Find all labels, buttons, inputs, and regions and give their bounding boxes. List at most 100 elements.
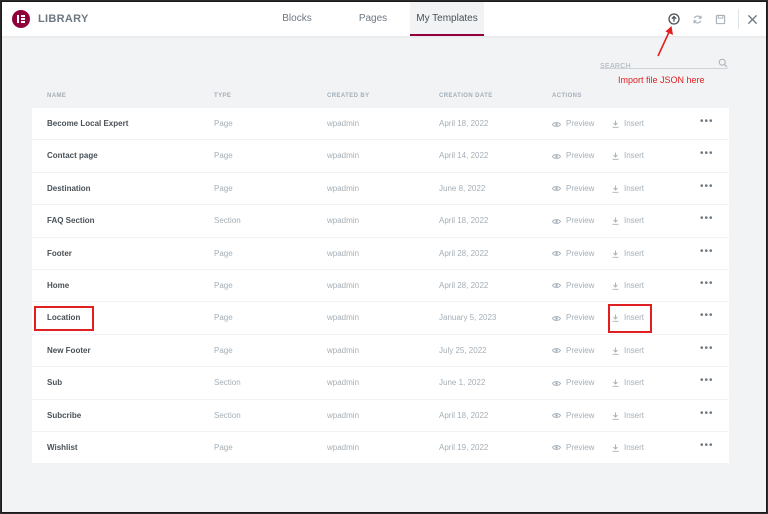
preview-button[interactable]: Preview: [552, 400, 594, 432]
close-icon[interactable]: [744, 11, 760, 27]
template-name[interactable]: Footer: [47, 238, 72, 270]
more-options-icon[interactable]: •••: [700, 367, 714, 395]
download-icon: [612, 347, 619, 355]
more-options-icon[interactable]: •••: [700, 270, 714, 298]
template-name[interactable]: Destination: [47, 173, 91, 205]
insert-label: Insert: [624, 216, 645, 226]
template-name[interactable]: Subcribe: [47, 400, 81, 432]
insert-button[interactable]: Insert: [612, 335, 644, 367]
insert-label: Insert: [624, 119, 645, 128]
more-options-icon[interactable]: •••: [700, 108, 714, 136]
preview-label: Preview: [566, 119, 595, 128]
more-options-icon[interactable]: •••: [700, 140, 714, 168]
search-field[interactable]: [600, 55, 728, 73]
download-icon: [612, 120, 619, 128]
insert-button[interactable]: Insert: [612, 367, 644, 399]
preview-label: Preview: [566, 216, 595, 226]
tab-my-templates[interactable]: My Templates: [410, 2, 484, 36]
eye-icon: [552, 412, 561, 419]
template-creation-date: July 25, 2022: [439, 345, 487, 355]
template-creation-date: April 28, 2022: [439, 280, 489, 290]
eye-icon: [552, 380, 561, 387]
template-creation-date: April 18, 2022: [439, 410, 489, 420]
download-icon: [612, 412, 619, 420]
insert-button[interactable]: Insert: [612, 432, 644, 464]
template-name[interactable]: FAQ Section: [47, 205, 95, 237]
preview-label: Preview: [566, 345, 595, 355]
preview-button[interactable]: Preview: [552, 238, 594, 270]
insert-button[interactable]: Insert: [612, 302, 644, 334]
insert-button[interactable]: Insert: [612, 400, 644, 432]
preview-button[interactable]: Preview: [552, 432, 594, 464]
template-name[interactable]: New Footer: [47, 335, 91, 367]
sync-icon[interactable]: [689, 11, 705, 27]
search-icon[interactable]: [718, 55, 728, 73]
template-type: Section: [214, 410, 241, 420]
preview-label: Preview: [566, 313, 595, 323]
template-name[interactable]: Sub: [47, 367, 62, 399]
elementor-logo-icon: [12, 10, 30, 28]
preview-button[interactable]: Preview: [552, 302, 594, 334]
template-created-by: wpadmin: [327, 183, 360, 193]
template-creation-date: April 14, 2022: [439, 151, 489, 161]
table-row: Home Page wpadmin April 28, 2022 Preview Inse…: [32, 269, 729, 303]
table-row: Footer Page wpadmin April 28, 2022 Preview In…: [32, 237, 729, 270]
download-icon: [612, 444, 619, 452]
insert-label: Insert: [624, 442, 645, 452]
template-created-by: wpadmin: [327, 410, 360, 420]
template-name[interactable]: Location: [47, 302, 80, 334]
download-icon: [612, 314, 619, 323]
template-created-by: wpadmin: [327, 378, 360, 388]
template-creation-date: June 1, 2022: [439, 378, 486, 388]
download-icon: [612, 379, 619, 387]
preview-button[interactable]: Preview: [552, 270, 594, 302]
more-options-icon[interactable]: •••: [700, 238, 714, 266]
more-options-icon[interactable]: •••: [700, 302, 714, 330]
download-icon: [612, 282, 619, 290]
insert-button[interactable]: Insert: [612, 270, 644, 302]
more-options-icon[interactable]: •••: [700, 335, 714, 363]
table-row: Subcribe Section wpadmin April 18, 2022 Prev…: [32, 399, 729, 432]
template-name[interactable]: Become Local Expert: [47, 108, 128, 140]
insert-label: Insert: [624, 410, 645, 420]
eye-icon: [552, 282, 561, 289]
template-type: Section: [214, 378, 241, 388]
more-options-icon[interactable]: •••: [700, 173, 714, 201]
preview-button[interactable]: Preview: [552, 108, 594, 140]
eye-icon: [552, 444, 561, 451]
template-type: Page: [214, 183, 233, 193]
template-name[interactable]: Wishlist: [47, 432, 78, 464]
library-header: LIBRARY Blocks Pages My Templates: [2, 2, 766, 36]
template-created-by: wpadmin: [327, 151, 360, 161]
template-created-by: wpadmin: [327, 216, 360, 226]
more-options-icon[interactable]: •••: [700, 432, 714, 460]
download-icon: [612, 250, 619, 258]
insert-button[interactable]: Insert: [612, 108, 644, 140]
tab-blocks[interactable]: Blocks: [258, 2, 336, 36]
template-name[interactable]: Contact page: [47, 140, 98, 172]
preview-button[interactable]: Preview: [552, 205, 594, 237]
insert-button[interactable]: Insert: [612, 238, 644, 270]
eye-icon: [552, 153, 561, 160]
template-name[interactable]: Home: [47, 270, 69, 302]
template-type: Page: [214, 119, 233, 128]
preview-button[interactable]: Preview: [552, 173, 594, 205]
tab-pages[interactable]: Pages: [336, 2, 410, 36]
preview-button[interactable]: Preview: [552, 140, 594, 172]
template-created-by: wpadmin: [327, 248, 360, 258]
preview-button[interactable]: Preview: [552, 335, 594, 367]
template-creation-date: January 5, 2023: [439, 313, 497, 323]
preview-button[interactable]: Preview: [552, 367, 594, 399]
insert-button[interactable]: Insert: [612, 205, 644, 237]
more-options-icon[interactable]: •••: [700, 205, 714, 233]
column-header-actions: ACTIONS: [552, 93, 582, 99]
template-creation-date: April 18, 2022: [439, 119, 489, 128]
insert-button[interactable]: Insert: [612, 140, 644, 172]
more-options-icon[interactable]: •••: [700, 400, 714, 428]
templates-list: Become Local Expert Page wpadmin April 18, …: [32, 108, 729, 465]
insert-button[interactable]: Insert: [612, 173, 644, 205]
save-icon[interactable]: [712, 11, 728, 27]
table-row: Location Page wpadmin January 5, 2023 Previe…: [32, 302, 729, 335]
library-title: LIBRARY: [38, 13, 89, 25]
search-input[interactable]: [600, 60, 710, 73]
